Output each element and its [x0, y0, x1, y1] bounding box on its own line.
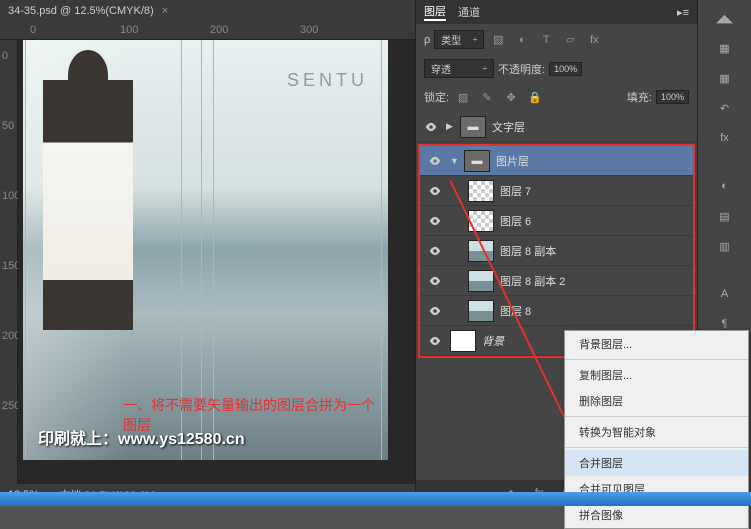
watermark: 印刷就上：www.ys12580.cn	[38, 425, 245, 449]
layer-thumbnail	[468, 240, 494, 262]
layer-row[interactable]: 图层 8 副本	[420, 236, 693, 266]
filter-image-icon[interactable]: ▧	[488, 31, 508, 49]
fx-icon[interactable]: fx	[705, 126, 745, 150]
visibility-eye-icon[interactable]	[420, 154, 450, 168]
tab-layers[interactable]: 图层	[424, 3, 446, 21]
photo-figure	[43, 80, 133, 330]
menu-item[interactable]: 删除图层	[565, 388, 748, 414]
styles-icon[interactable]: ▤	[705, 204, 745, 228]
filter-smart-icon[interactable]: fx	[584, 31, 604, 49]
menu-item[interactable]: 转换为智能对象	[565, 419, 748, 445]
panel-menu-icon[interactable]: ▸≡	[677, 6, 689, 19]
canvas[interactable]: SENTU 一、将不需要矢量输出的图层合拼为一个图层 印刷就上：www.ys12…	[18, 40, 415, 484]
tab-channels[interactable]: 通道	[458, 4, 480, 20]
layer-name[interactable]: 图层 8 副本	[500, 243, 556, 259]
layer-name[interactable]: 图层 8	[500, 303, 531, 319]
lock-pos-icon[interactable]: ✥	[501, 88, 521, 106]
history-icon[interactable]: ↶	[705, 96, 745, 120]
taskbar[interactable]	[0, 492, 751, 506]
menu-item[interactable]: 背景图层...	[565, 331, 748, 357]
swatches-icon[interactable]: ▦	[705, 36, 745, 60]
doc-heading: SENTU	[287, 70, 368, 91]
layer-name[interactable]: 文字层	[492, 119, 525, 135]
layer-name[interactable]: 背景	[482, 333, 504, 349]
filter-text-icon[interactable]: T	[536, 31, 556, 49]
layer-name[interactable]: 图层 6	[500, 213, 531, 229]
folder-icon: ▬	[464, 150, 490, 172]
menu-item[interactable]: 复制图层...	[565, 362, 748, 388]
layer-name[interactable]: 图片层	[496, 153, 529, 169]
filter-kind-dropdown[interactable]: 类型	[434, 30, 484, 49]
layer-name[interactable]: 图层 8 副本 2	[500, 273, 565, 289]
layer-row[interactable]: 图层 6	[420, 206, 693, 236]
visibility-eye-icon[interactable]	[420, 214, 450, 228]
grid-icon[interactable]: ▦	[705, 66, 745, 90]
fill-value[interactable]: 100%	[656, 90, 689, 104]
layer-row[interactable]: 图层 7	[420, 176, 693, 206]
visibility-eye-icon[interactable]	[420, 304, 450, 318]
layers-icon[interactable]: ▥	[705, 234, 745, 258]
visibility-eye-icon[interactable]	[420, 334, 450, 348]
blend-mode-dropdown[interactable]: 穿透	[424, 59, 494, 78]
lock-paint-icon[interactable]: ✎	[477, 88, 497, 106]
character-icon[interactable]: A	[705, 282, 745, 306]
layer-thumbnail	[450, 330, 476, 352]
tab-title: 34-35.psd @ 12.5%(CMYK/8)	[8, 5, 154, 17]
layer-name[interactable]: 图层 7	[500, 183, 531, 199]
visibility-eye-icon[interactable]	[416, 120, 446, 134]
twisty-icon[interactable]: ▼	[450, 156, 464, 166]
lock-label: 锁定:	[424, 89, 449, 105]
layer-row[interactable]: 图层 8	[420, 296, 693, 326]
vertical-ruler: 0 50 100 150 200 250	[0, 40, 18, 484]
fill-label: 填充:	[627, 89, 652, 105]
document-preview: SENTU 一、将不需要矢量输出的图层合拼为一个图层 印刷就上：www.ys12…	[23, 40, 388, 460]
adjust-icon[interactable]: ◐	[705, 174, 745, 198]
layer-thumbnail	[468, 300, 494, 322]
layer-row[interactable]: ▼▬ 图片层	[420, 146, 693, 176]
twisty-icon[interactable]: ▶	[446, 121, 460, 132]
horizontal-ruler: 0 100 200 300	[0, 22, 415, 40]
opacity-value[interactable]: 100%	[549, 62, 582, 76]
layer-thumbnail	[468, 270, 494, 292]
color-icon[interactable]: ◢◣	[705, 6, 745, 30]
layer-row[interactable]: ▶▬ 文字层	[416, 112, 697, 142]
filter-shape-icon[interactable]: ▱	[560, 31, 580, 49]
folder-icon: ▬	[460, 116, 486, 138]
lock-all-icon[interactable]: 🔒	[525, 88, 545, 106]
layer-thumbnail	[468, 180, 494, 202]
visibility-eye-icon[interactable]	[420, 274, 450, 288]
visibility-eye-icon[interactable]	[420, 244, 450, 258]
filter-adjust-icon[interactable]: ◐	[512, 31, 532, 49]
menu-item[interactable]: 合并图层	[565, 450, 748, 476]
layer-thumbnail	[468, 210, 494, 232]
opacity-label: 不透明度:	[498, 61, 545, 77]
lock-trans-icon[interactable]: ▨	[453, 88, 473, 106]
close-icon[interactable]: ×	[162, 5, 168, 17]
layer-row[interactable]: 图层 8 副本 2	[420, 266, 693, 296]
document-tab[interactable]: 34-35.psd @ 12.5%(CMYK/8) ×	[0, 0, 415, 22]
visibility-eye-icon[interactable]	[420, 184, 450, 198]
